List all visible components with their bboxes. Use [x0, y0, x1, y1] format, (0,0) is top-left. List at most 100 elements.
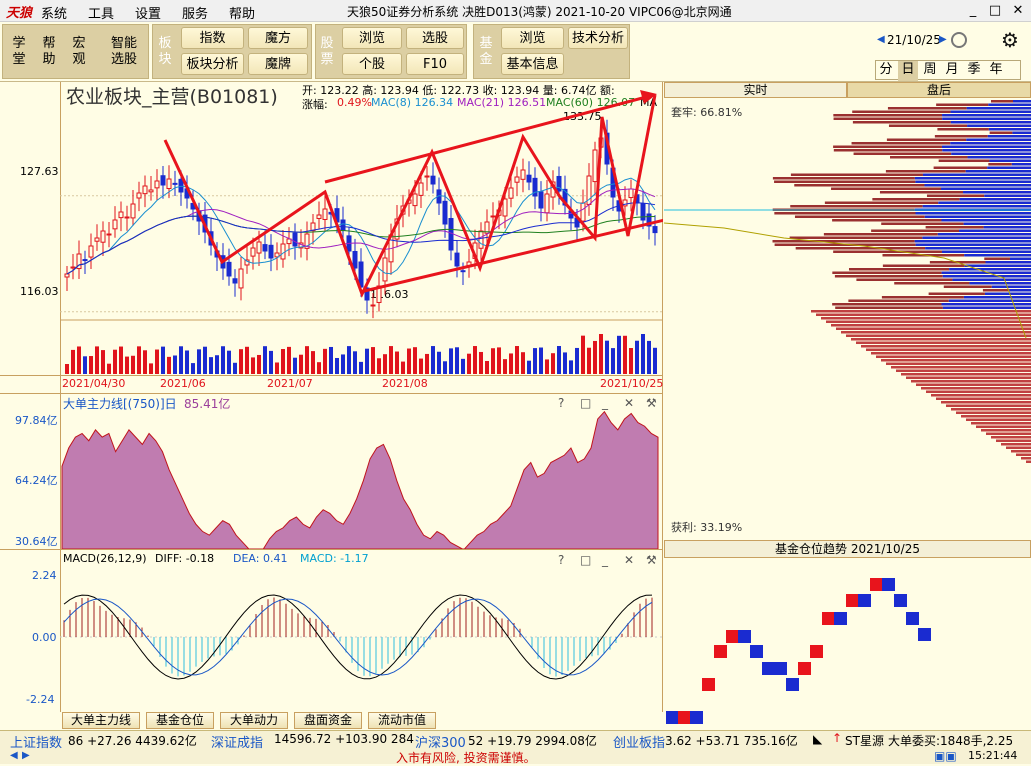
menu-service[interactable]: 服务	[182, 3, 208, 22]
toolbar-help-button[interactable]: 帮助	[40, 36, 58, 68]
period-year[interactable]: 年	[986, 61, 1006, 81]
maximize-button[interactable]: □	[986, 2, 1004, 20]
dadan-area-chart[interactable]	[60, 394, 663, 549]
tab-realtime[interactable]: 实时	[664, 82, 847, 98]
taolao-ratio: 套牢: 66.81%	[671, 106, 743, 119]
volume-bar	[551, 353, 555, 374]
bankuai-analysis-button[interactable]: 板块分析	[181, 53, 244, 75]
chip-bar-loss	[950, 142, 1031, 145]
st-alert[interactable]: ST星源	[845, 732, 884, 749]
jijin-info-button[interactable]: 基本信息	[501, 53, 564, 75]
volume-bar	[389, 346, 393, 374]
volume-bar	[431, 346, 435, 374]
ticker-sz-name[interactable]: 深证成指	[211, 732, 263, 751]
volume-bar	[65, 364, 69, 374]
settings-gear-icon[interactable]: ⚙	[1001, 28, 1019, 52]
period-month[interactable]: 月	[942, 61, 962, 81]
date-next-icon[interactable]: ▶	[939, 34, 947, 45]
volume-bar	[599, 334, 603, 374]
chip-bar	[886, 362, 1031, 365]
candle-body	[460, 270, 466, 273]
chip-bar	[1006, 446, 1031, 449]
scroll-right-icon[interactable]: ▶	[22, 750, 30, 761]
volume-bar	[287, 346, 291, 374]
gupiao-f10-button[interactable]: F10	[406, 53, 464, 75]
tab-dadan-line[interactable]: 大单主力线	[62, 712, 140, 729]
pf-box	[858, 594, 871, 607]
pf-box	[846, 594, 859, 607]
volume-bar	[155, 349, 159, 374]
chip-bar	[856, 341, 1031, 344]
chip-bar-loss	[950, 110, 1031, 113]
tab-after-hours[interactable]: 盘后	[847, 82, 1031, 98]
jijin-tech-button[interactable]: 技术分析	[568, 27, 628, 49]
date-display[interactable]: 21/10/25	[887, 33, 941, 47]
volume-bar	[503, 359, 507, 374]
period-week[interactable]: 周	[920, 61, 940, 81]
scroll-left-icon[interactable]: ◀	[10, 750, 18, 761]
menu-system[interactable]: 系统	[41, 3, 67, 22]
gupiao-pick-button[interactable]: 选股	[406, 27, 464, 49]
chip-bar-loss	[942, 306, 1031, 309]
volume-bar	[113, 349, 117, 374]
chip-bar-loss	[967, 156, 1031, 159]
tab-dadan-power[interactable]: 大单动力	[220, 712, 288, 729]
tab-market-funds[interactable]: 盘面资金	[294, 712, 362, 729]
ticker-cyb-values: 3.62 +53.71 735.16亿	[665, 734, 798, 748]
candlestick-chart[interactable]	[0, 82, 663, 393]
chip-bar-loss	[966, 138, 1031, 141]
refresh-icon[interactable]	[951, 32, 967, 48]
chip-bar-profit	[834, 275, 943, 278]
volume-bar	[329, 346, 333, 374]
chip-bar	[916, 383, 1031, 386]
chip-bar	[816, 313, 1031, 316]
toolbar-xuetang-button[interactable]: 学堂	[10, 36, 28, 68]
volume-bar	[653, 347, 657, 374]
chip-bar-loss	[1012, 131, 1031, 134]
minimize-button[interactable]: _	[964, 2, 982, 20]
volume-bar	[521, 352, 525, 374]
volume-bar	[239, 349, 243, 374]
pf-box	[870, 578, 883, 591]
period-minute[interactable]: 分	[876, 61, 896, 81]
toolbar: 学堂 帮助 宏观 智能选股 板块 指数 魔方 板块分析 魔牌 股票 浏览 选股 …	[0, 22, 1031, 82]
pf-box	[726, 630, 739, 643]
chip-bar-loss	[963, 296, 1031, 299]
menu-tools[interactable]: 工具	[88, 3, 114, 22]
bankuai-mopai-button[interactable]: 魔牌	[248, 53, 308, 75]
bankuai-index-button[interactable]: 指数	[181, 27, 244, 49]
chip-bar	[986, 432, 1031, 435]
tab-fund-position[interactable]: 基金仓位	[146, 712, 214, 729]
date-prev-icon[interactable]: ◀	[877, 34, 885, 45]
ticker-sh-name[interactable]: 上证指数	[10, 732, 62, 751]
volume-bar	[323, 348, 327, 374]
menu-help[interactable]: 帮助	[229, 3, 255, 22]
volume-bar	[563, 352, 567, 374]
menu-settings[interactable]: 设置	[135, 3, 161, 22]
volume-bar	[359, 361, 363, 374]
toolbar-macro-button[interactable]: 宏观	[70, 36, 88, 68]
chart-icon[interactable]: ◣	[813, 732, 822, 746]
chip-bar-loss	[938, 201, 1031, 204]
tab-float-cap[interactable]: 流动市值	[368, 712, 436, 729]
period-season[interactable]: 季	[964, 61, 984, 81]
chip-bar-profit	[886, 138, 967, 141]
volume-bar	[623, 335, 627, 374]
bankuai-mofang-button[interactable]: 魔方	[248, 27, 308, 49]
toolbar-smart-pick-button[interactable]: 智能选股	[106, 36, 142, 68]
gupiao-browse-button[interactable]: 浏览	[342, 27, 402, 49]
period-day[interactable]: 日	[898, 61, 918, 81]
macd-tick-zero: 0.00	[32, 631, 57, 644]
volume-bar	[395, 351, 399, 374]
gupiao-stock-button[interactable]: 个股	[342, 53, 402, 75]
chip-bar	[896, 369, 1031, 372]
candle-body	[232, 278, 238, 284]
jijin-browse-button[interactable]: 浏览	[501, 27, 564, 49]
volume-bar	[263, 346, 267, 374]
chip-bar-loss	[983, 226, 1031, 229]
ticker-cyb-name[interactable]: 创业板指	[613, 732, 665, 751]
macd-chart[interactable]	[60, 550, 663, 712]
close-button[interactable]: ✕	[1009, 2, 1027, 20]
candle-body	[652, 226, 658, 234]
candle-body	[118, 211, 124, 219]
